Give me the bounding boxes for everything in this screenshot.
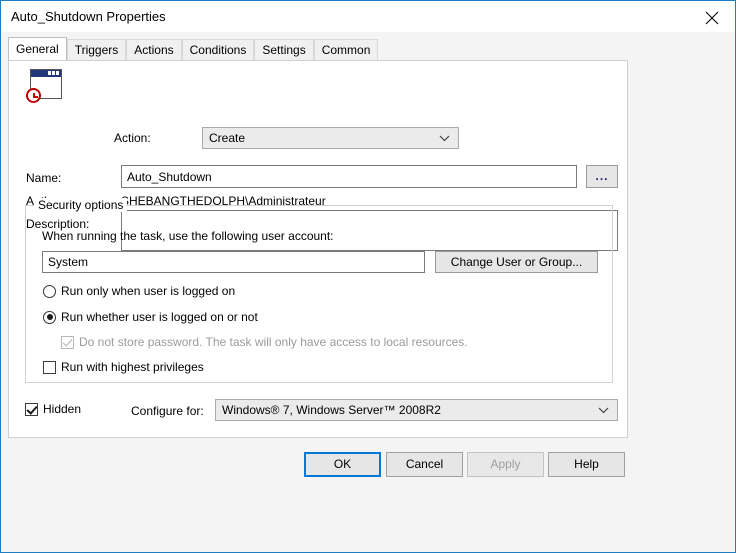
window-titlebar-glyph bbox=[31, 70, 61, 77]
checkbox-indicator bbox=[61, 335, 74, 349]
action-label: Action: bbox=[114, 131, 151, 145]
tab-strip: General Triggers Actions Conditions Sett… bbox=[8, 37, 628, 61]
chevron-down-icon bbox=[598, 400, 609, 420]
task-icon bbox=[26, 69, 64, 105]
clock-icon bbox=[26, 88, 41, 103]
checkbox-run-highest-privileges-label: Run with highest privileges bbox=[61, 360, 204, 374]
apply-button: Apply bbox=[467, 452, 544, 477]
radio-run-whether-logged-on-label: Run whether user is logged on or not bbox=[61, 310, 258, 324]
tab-general[interactable]: General bbox=[8, 37, 67, 60]
checkbox-hidden[interactable]: Hidden bbox=[25, 402, 81, 416]
change-user-or-group-button[interactable]: Change User or Group... bbox=[435, 251, 598, 273]
cancel-button[interactable]: Cancel bbox=[386, 452, 463, 477]
name-label: Name: bbox=[26, 171, 62, 185]
checkbox-hidden-label: Hidden bbox=[43, 402, 82, 416]
radio-run-only-logged-on-label: Run only when user is logged on bbox=[61, 284, 236, 298]
action-dropdown-value: Create bbox=[209, 131, 246, 145]
checkbox-indicator bbox=[43, 360, 56, 374]
name-input[interactable] bbox=[121, 165, 577, 188]
tab-common[interactable]: Common bbox=[313, 39, 379, 60]
radio-indicator bbox=[43, 284, 56, 298]
general-tab-panel: Action: Create Name: ... Author: SHEBANG… bbox=[8, 60, 628, 438]
browse-button[interactable]: ... bbox=[586, 165, 618, 188]
checkbox-do-not-store-password-label: Do not store password. The task will onl… bbox=[79, 335, 468, 349]
checkbox-run-highest-privileges[interactable]: Run with highest privileges bbox=[43, 360, 204, 374]
user-account-input[interactable] bbox=[42, 251, 425, 273]
radio-indicator bbox=[43, 310, 56, 324]
radio-run-whether-logged-on[interactable]: Run whether user is logged on or not bbox=[43, 310, 258, 324]
tab-conditions[interactable]: Conditions bbox=[181, 39, 255, 60]
chevron-down-icon bbox=[439, 128, 450, 148]
help-button[interactable]: Help bbox=[548, 452, 625, 477]
window-buttons-glyph bbox=[48, 71, 59, 75]
radio-run-only-logged-on[interactable]: Run only when user is logged on bbox=[43, 284, 235, 298]
tab-actions[interactable]: Actions bbox=[126, 39, 182, 60]
checkbox-indicator bbox=[25, 402, 38, 416]
account-prompt: When running the task, use the following… bbox=[42, 229, 334, 243]
action-dropdown[interactable]: Create bbox=[202, 127, 459, 149]
checkbox-do-not-store-password: Do not store password. The task will onl… bbox=[61, 335, 468, 349]
tab-triggers[interactable]: Triggers bbox=[66, 39, 127, 60]
close-button[interactable] bbox=[689, 1, 735, 31]
security-options-group: Security options When running the task, … bbox=[25, 198, 613, 383]
configure-for-label: Configure for: bbox=[131, 404, 204, 418]
configure-for-dropdown[interactable]: Windows® 7, Windows Server™ 2008R2 bbox=[215, 399, 618, 421]
security-options-legend: Security options bbox=[34, 198, 128, 212]
ok-button[interactable]: OK bbox=[304, 452, 381, 477]
window-title: Auto_Shutdown Properties bbox=[11, 9, 166, 24]
task-properties-dialog: Auto_Shutdown Properties General Trigger… bbox=[0, 0, 736, 553]
title-bar: Auto_Shutdown Properties bbox=[1, 1, 735, 32]
configure-for-value: Windows® 7, Windows Server™ 2008R2 bbox=[222, 403, 441, 417]
close-icon bbox=[705, 11, 719, 25]
tab-settings[interactable]: Settings bbox=[254, 39, 314, 60]
